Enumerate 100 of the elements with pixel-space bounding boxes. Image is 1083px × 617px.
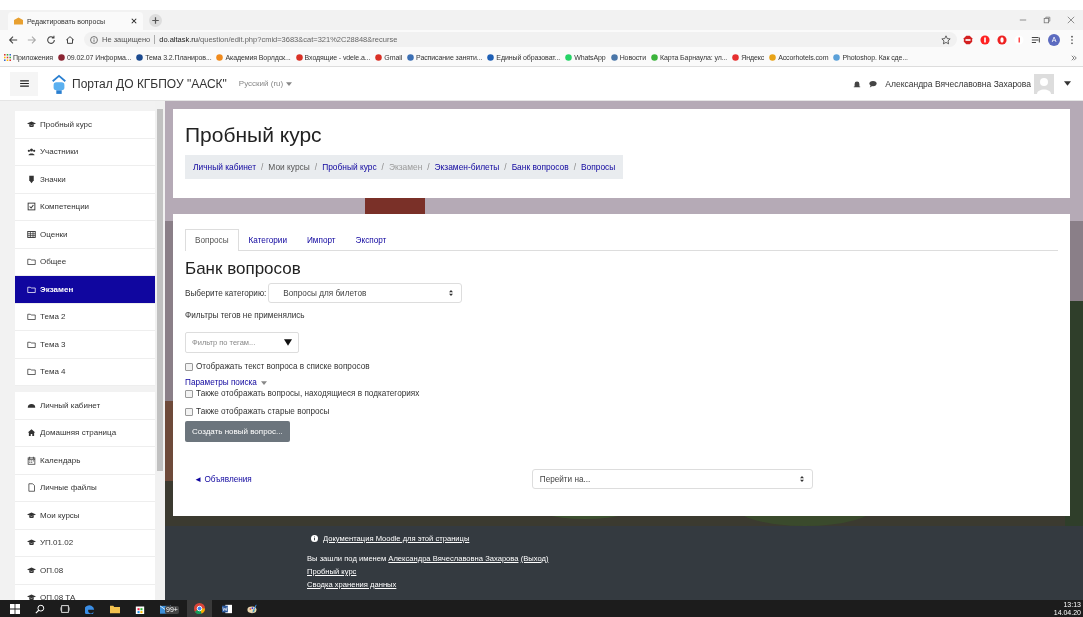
- calendar-icon: [27, 455, 36, 465]
- breadcrumb-separator: /: [573, 162, 576, 172]
- create-question-button[interactable]: Создать новый вопрос...: [185, 421, 290, 442]
- browser-edge-icon[interactable]: [85, 603, 95, 614]
- breadcrumb-link[interactable]: Экзамен-билеты: [434, 162, 500, 172]
- section-title: Банк вопросов: [185, 259, 302, 279]
- sort-arrows-icon: [449, 290, 454, 296]
- users-icon: [27, 147, 36, 157]
- table-icon: [27, 229, 36, 239]
- caret-icon: [284, 339, 292, 346]
- folder-icon: [27, 367, 36, 377]
- breadcrumb-link[interactable]: Личный кабинет: [193, 162, 256, 172]
- checkbox[interactable]: [185, 389, 193, 398]
- playlist-icon[interactable]: [1031, 34, 1041, 45]
- shield-icon: [27, 174, 36, 184]
- favicon-icon: [565, 54, 573, 61]
- folder-icon[interactable]: [110, 603, 120, 614]
- site-name[interactable]: Портал ДО КГБПОУ "ААСК": [72, 76, 227, 91]
- checkbox-icon: [27, 202, 36, 212]
- tab[interactable]: Категории: [238, 229, 297, 251]
- info-icon: [90, 35, 98, 44]
- file-icon: [27, 483, 36, 493]
- checkbox-label: Также отображать вопросы, находящиеся в подкатегориях: [185, 389, 1058, 398]
- folder-icon: [27, 284, 36, 294]
- breadcrumb-separator: /: [314, 162, 318, 172]
- folder-icon: [27, 339, 36, 349]
- caret-icon: [286, 81, 293, 86]
- breadcrumb-text: Экзамен: [388, 162, 423, 172]
- task-view-icon[interactable]: [60, 603, 70, 614]
- previous-activity-link[interactable]: ◄ Объявления: [194, 474, 252, 484]
- favicon-icon: [769, 54, 777, 61]
- search-options-link[interactable]: Параметры поиска: [185, 378, 257, 387]
- folder-icon: [27, 257, 36, 267]
- user-name[interactable]: Александра Вячеславовна Захарова: [885, 78, 1031, 89]
- graduation-cap-icon: [27, 538, 36, 548]
- field-label: Выберите категорию:: [185, 288, 267, 298]
- paint-icon[interactable]: [247, 603, 257, 614]
- chat-icon[interactable]: [869, 79, 878, 88]
- checkbox[interactable]: [185, 362, 193, 371]
- breadcrumb-link[interactable]: Пробный курс: [322, 162, 377, 172]
- logo-icon: [50, 73, 68, 94]
- word-icon[interactable]: [222, 603, 232, 614]
- breadcrumb-link[interactable]: Вопросы: [581, 162, 616, 172]
- home-icon[interactable]: [65, 34, 75, 45]
- graduation-cap-icon: [27, 510, 36, 520]
- windows-start-icon[interactable]: [10, 603, 20, 614]
- chrome-icon: [194, 603, 205, 614]
- tab[interactable]: Экспорт: [345, 229, 397, 251]
- favicon-icon: [651, 54, 659, 61]
- search-icon[interactable]: [35, 603, 45, 614]
- taskbar-button[interactable]: [187, 600, 212, 617]
- graduation-cap-icon: [27, 119, 36, 129]
- course-title: Пробный курс: [185, 123, 323, 147]
- restore-icon[interactable]: [1043, 16, 1051, 24]
- breadcrumb-separator: /: [504, 162, 507, 172]
- graduation-cap-icon: [27, 565, 36, 575]
- back-icon[interactable]: [8, 34, 18, 45]
- extension-icon[interactable]: [963, 34, 973, 45]
- star-icon[interactable]: [941, 34, 951, 45]
- sidebar-item[interactable]: Экзамен: [15, 276, 155, 304]
- favicon-icon: [610, 54, 618, 61]
- checkbox[interactable]: [185, 407, 193, 416]
- reload-icon[interactable]: [46, 34, 56, 45]
- favicon-icon: [136, 54, 144, 61]
- favicon-icon: [375, 54, 383, 61]
- jump-to-select[interactable]: Перейти на...: [531, 469, 813, 489]
- favicon-icon: [732, 54, 740, 61]
- menu-icon: [19, 80, 29, 87]
- info-icon: [311, 535, 318, 542]
- home-icon: [27, 428, 36, 438]
- favicon-icon: [57, 54, 65, 61]
- bell-icon[interactable]: [853, 79, 862, 88]
- close-icon[interactable]: [131, 18, 137, 24]
- checkbox-label: Также отображать старые вопросы: [185, 407, 1058, 416]
- breadcrumb-separator: /: [381, 162, 384, 172]
- breadcrumb-separator: /: [261, 162, 264, 172]
- caret-icon[interactable]: [1064, 81, 1071, 86]
- favicon-icon: [833, 54, 841, 61]
- extension-icon[interactable]: [980, 34, 990, 45]
- breadcrumb-link[interactable]: Банк вопросов: [511, 162, 569, 172]
- tab[interactable]: Импорт: [296, 229, 346, 251]
- tab[interactable]: Вопросы: [185, 229, 239, 251]
- folder-icon: [27, 312, 36, 322]
- favicon-icon: [487, 54, 495, 61]
- new-tab-icon[interactable]: [149, 14, 162, 27]
- favicon-icon: [295, 54, 303, 61]
- menu-button[interactable]: [10, 71, 38, 96]
- site-favicon-icon: [14, 17, 23, 25]
- extension-icon[interactable]: [997, 34, 1007, 45]
- breadcrumb-separator: /: [427, 162, 430, 172]
- sort-arrows-icon: [799, 476, 804, 482]
- category-select[interactable]: Вопросы для билетов: [268, 283, 463, 303]
- checkbox-label: Отображать текст вопроса в списке вопросов: [185, 362, 1058, 371]
- more-bookmarks-icon[interactable]: [1071, 54, 1077, 61]
- favicon-icon: [407, 54, 415, 61]
- graduation-cap-icon: [27, 593, 36, 600]
- apps-grid-icon: [4, 54, 11, 61]
- language-menu[interactable]: Русский (ru): [238, 79, 293, 88]
- favicon-icon: [216, 54, 224, 61]
- tag-filter-note: Фильтры тегов не применялись: [185, 311, 306, 320]
